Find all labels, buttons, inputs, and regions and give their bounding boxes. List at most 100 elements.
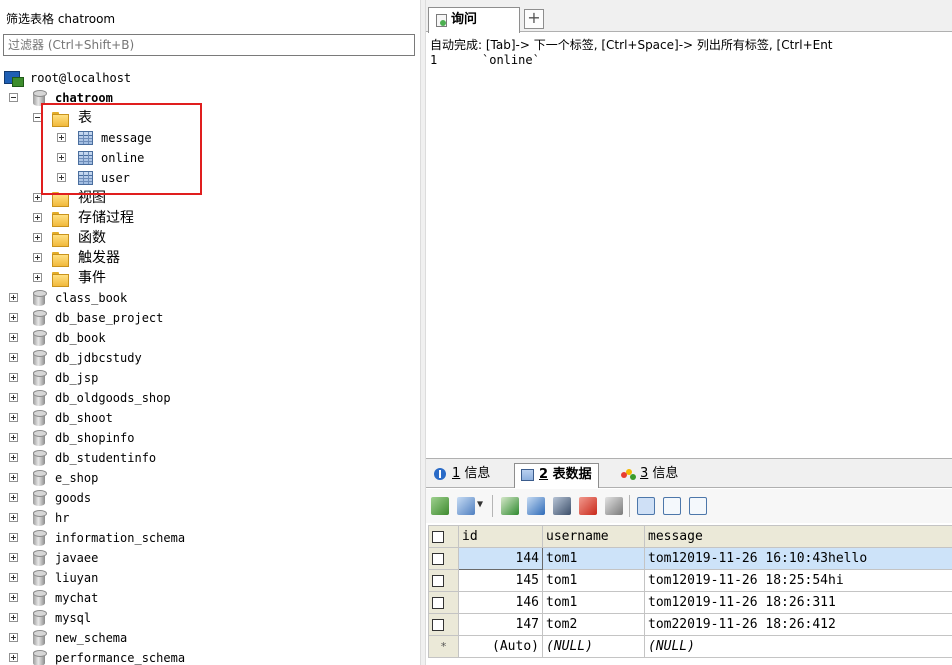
cell-message[interactable]: (NULL)	[644, 635, 952, 658]
expand-icon[interactable]	[9, 453, 18, 462]
new-tab-button[interactable]: +	[524, 9, 544, 29]
add-row-icon[interactable]	[501, 497, 519, 515]
tree-item-db-db-book[interactable]: db_book	[0, 328, 420, 348]
tree-item-db-goods[interactable]: goods	[0, 488, 420, 508]
tree-item-folder-functions[interactable]: 函数	[0, 228, 420, 248]
cell-message[interactable]: tom22019-11-26 18:26:412	[644, 613, 952, 636]
tree-item-db-db-jsp[interactable]: db_jsp	[0, 368, 420, 388]
expand-icon[interactable]	[9, 653, 18, 662]
cell-username[interactable]: tom1	[542, 591, 645, 614]
cell-username[interactable]: tom1	[542, 547, 645, 570]
expand-icon[interactable]	[9, 533, 18, 542]
expand-icon[interactable]	[9, 593, 18, 602]
tree-item-folder-events[interactable]: 事件	[0, 268, 420, 288]
checkbox[interactable]	[432, 530, 444, 543]
expand-icon[interactable]	[9, 413, 18, 422]
tab-result-info-3[interactable]: 3 信息	[616, 463, 684, 488]
delete-icon[interactable]	[579, 497, 597, 515]
tree-item-connection[interactable]: root@localhost	[0, 68, 420, 88]
tab-query[interactable]: 询问	[428, 7, 520, 33]
tree-item-folder-triggers[interactable]: 触发器	[0, 248, 420, 268]
expand-icon[interactable]	[9, 493, 18, 502]
checkbox[interactable]	[432, 552, 444, 565]
dropdown-arrow-icon[interactable]: ▼	[477, 499, 483, 510]
column-header-id[interactable]: id	[458, 525, 543, 548]
column-header-username[interactable]: username	[542, 525, 645, 548]
expand-icon[interactable]	[9, 333, 18, 342]
tree-item-db-hr[interactable]: hr	[0, 508, 420, 528]
tree-item-db-mychat[interactable]: mychat	[0, 588, 420, 608]
text-view-icon[interactable]	[689, 497, 707, 515]
tree-item-db-db-shopinfo[interactable]: db_shopinfo	[0, 428, 420, 448]
column-header-message[interactable]: message	[644, 525, 952, 548]
collapse-icon[interactable]	[9, 93, 18, 102]
cell-id[interactable]: 147	[458, 613, 543, 636]
tree-item-db-new-schema[interactable]: new_schema	[0, 628, 420, 648]
expand-icon[interactable]	[9, 633, 18, 642]
table-row[interactable]: 147 tom2 tom22019-11-26 18:26:412	[428, 613, 952, 636]
expand-icon[interactable]	[9, 313, 18, 322]
tree-item-db-performance-schema[interactable]: performance_schema	[0, 648, 420, 665]
expand-icon[interactable]	[9, 373, 18, 382]
filter-input[interactable]	[3, 34, 415, 56]
expand-icon[interactable]	[9, 433, 18, 442]
tab-result-table-data[interactable]: 2 表数据	[514, 463, 599, 488]
cell-message[interactable]: tom12019-11-26 18:26:311	[644, 591, 952, 614]
cell-id[interactable]: 145	[458, 569, 543, 592]
tree-item-db-db-jdbcstudy[interactable]: db_jdbcstudy	[0, 348, 420, 368]
expand-icon[interactable]	[33, 233, 42, 242]
tab-result-info[interactable]: 1 信息	[428, 463, 496, 488]
expand-icon[interactable]	[9, 513, 18, 522]
tree-item-folder-procedures[interactable]: 存储过程	[0, 208, 420, 228]
expand-icon[interactable]	[9, 613, 18, 622]
tree-item-db-db-shoot[interactable]: db_shoot	[0, 408, 420, 428]
tree-item-db-mysql[interactable]: mysql	[0, 608, 420, 628]
expand-icon[interactable]	[33, 213, 42, 222]
row-checkbox-cell[interactable]	[428, 569, 459, 592]
expand-icon[interactable]	[9, 393, 18, 402]
tree-item-db-db-studentinfo[interactable]: db_studentinfo	[0, 448, 420, 468]
cell-message[interactable]: tom12019-11-26 18:25:54hi	[644, 569, 952, 592]
checkbox[interactable]	[432, 596, 444, 609]
cell-username[interactable]: tom2	[542, 613, 645, 636]
tree-item-db-db-oldgoods-shop[interactable]: db_oldgoods_shop	[0, 388, 420, 408]
cell-id[interactable]: 144	[458, 547, 543, 570]
new-row[interactable]: * (Auto) (NULL) (NULL)	[428, 635, 952, 658]
table-row[interactable]: 144 tom1 tom12019-11-26 16:10:43hello	[428, 547, 952, 570]
db-label: db_studentinfo	[55, 451, 157, 465]
cell-message[interactable]: tom12019-11-26 16:10:43hello	[644, 547, 952, 570]
cell-id[interactable]: (Auto)	[458, 635, 543, 658]
tree-item-db-information-schema[interactable]: information_schema	[0, 528, 420, 548]
row-checkbox-cell[interactable]	[428, 547, 459, 570]
table-row[interactable]: 145 tom1 tom12019-11-26 18:25:54hi	[428, 569, 952, 592]
grid-view-icon[interactable]	[637, 497, 655, 515]
expand-icon[interactable]	[9, 553, 18, 562]
expand-icon[interactable]	[33, 253, 42, 262]
tree-item-db-liuyan[interactable]: liuyan	[0, 568, 420, 588]
tree-item-db-e-shop[interactable]: e_shop	[0, 468, 420, 488]
cell-username[interactable]: tom1	[542, 569, 645, 592]
row-checkbox-cell[interactable]	[428, 613, 459, 636]
duplicate-row-icon[interactable]	[527, 497, 545, 515]
cell-username[interactable]: (NULL)	[542, 635, 645, 658]
row-checkbox-cell[interactable]	[428, 591, 459, 614]
expand-icon[interactable]	[33, 273, 42, 282]
tree-item-db-javaee[interactable]: javaee	[0, 548, 420, 568]
form-view-icon[interactable]	[663, 497, 681, 515]
export-icon[interactable]	[431, 497, 449, 515]
save-icon[interactable]	[553, 497, 571, 515]
table-row[interactable]: 146 tom1 tom12019-11-26 18:26:311	[428, 591, 952, 614]
expand-icon[interactable]	[9, 573, 18, 582]
tree-item-db-db-base-project[interactable]: db_base_project	[0, 308, 420, 328]
cell-id[interactable]: 146	[458, 591, 543, 614]
expand-icon[interactable]	[9, 293, 18, 302]
tree-item-db-class-book[interactable]: class_book	[0, 288, 420, 308]
expand-icon[interactable]	[9, 473, 18, 482]
checkbox[interactable]	[432, 574, 444, 587]
query-editor-text[interactable]: `online`	[482, 53, 540, 67]
expand-icon[interactable]	[9, 353, 18, 362]
select-all-checkbox-cell[interactable]	[428, 525, 459, 548]
checkbox[interactable]	[432, 618, 444, 631]
import-icon[interactable]	[457, 497, 475, 515]
refresh-icon[interactable]	[605, 497, 623, 515]
